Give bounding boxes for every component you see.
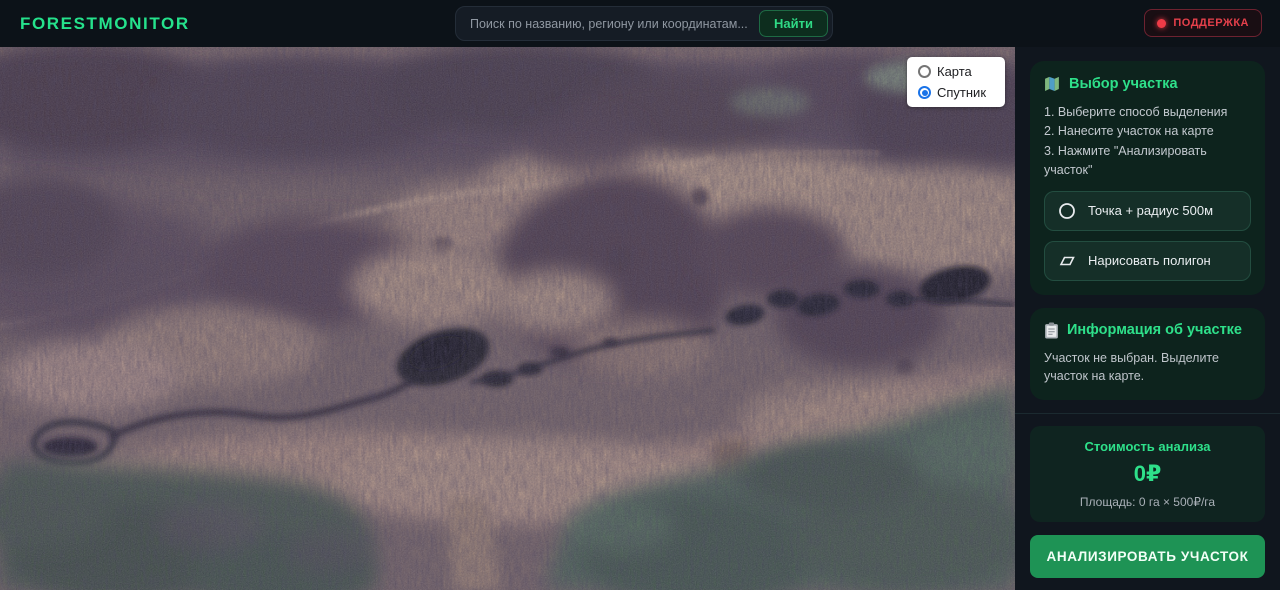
mode-point-radius-button[interactable]: Точка + радиус 500м <box>1044 191 1251 231</box>
layer-option-map[interactable]: Карта <box>918 64 994 79</box>
selection-steps: 1. Выберите способ выделения 2. Нанесите… <box>1044 103 1251 181</box>
main-content: Карта Спутник Выбор участка 1. Выберите … <box>0 47 1280 590</box>
selection-step: 2. Нанесите участок на карте <box>1044 122 1251 141</box>
info-panel-title: Информация об участке <box>1044 322 1251 339</box>
selection-step: 3. Нажмите "Анализировать участок" <box>1044 142 1251 181</box>
radio-unselected-icon <box>918 65 931 78</box>
cost-title: Стоимость анализа <box>1043 439 1252 454</box>
cost-amount: 0₽ <box>1043 461 1252 487</box>
layer-option-map-label: Карта <box>937 64 972 79</box>
radio-selected-icon <box>918 86 931 99</box>
mode-polygon-label: Нарисовать полигон <box>1088 253 1211 268</box>
search-bar: Найти <box>455 6 833 41</box>
app-logo[interactable]: FORESTMONITOR <box>20 14 190 34</box>
layer-option-satellite[interactable]: Спутник <box>918 85 994 100</box>
map-terrain-layer <box>0 47 1015 590</box>
cost-formula: Площадь: 0 га × 500₽/га <box>1043 495 1252 509</box>
header: FORESTMONITOR Найти ПОДДЕРЖКА <box>0 0 1280 47</box>
search-button[interactable]: Найти <box>759 10 828 37</box>
sidebar: Выбор участка 1. Выберите способ выделен… <box>1015 47 1280 590</box>
support-button[interactable]: ПОДДЕРЖКА <box>1144 9 1262 37</box>
satellite-map-image[interactable] <box>0 47 1015 590</box>
status-dot-icon <box>1157 19 1166 28</box>
info-panel-title-label: Информация об участке <box>1067 322 1242 338</box>
selection-panel-title-label: Выбор участка <box>1069 76 1178 92</box>
mode-point-radius-label: Точка + радиус 500м <box>1088 203 1213 218</box>
circle-icon <box>1058 202 1076 220</box>
map-icon <box>1044 75 1061 92</box>
sidebar-divider <box>1015 413 1280 414</box>
analyze-button[interactable]: АНАЛИЗИРОВАТЬ УЧАСТОК <box>1030 535 1265 578</box>
info-panel: Информация об участке Участок не выбран.… <box>1030 308 1265 401</box>
cost-panel: Стоимость анализа 0₽ Площадь: 0 га × 500… <box>1030 426 1265 522</box>
selection-step: 1. Выберите способ выделения <box>1044 103 1251 122</box>
selection-panel: Выбор участка 1. Выберите способ выделен… <box>1030 61 1265 295</box>
search-input[interactable] <box>462 17 759 31</box>
map-area[interactable]: Карта Спутник <box>0 47 1015 590</box>
polygon-icon <box>1058 252 1076 270</box>
layer-control: Карта Спутник <box>907 57 1005 107</box>
selection-panel-title: Выбор участка <box>1044 75 1251 92</box>
info-panel-empty-text: Участок не выбран. Выделите участок на к… <box>1044 349 1251 387</box>
mode-polygon-button[interactable]: Нарисовать полигон <box>1044 241 1251 281</box>
support-button-label: ПОДДЕРЖКА <box>1173 17 1249 29</box>
layer-option-satellite-label: Спутник <box>937 85 986 100</box>
clipboard-icon <box>1044 322 1059 339</box>
